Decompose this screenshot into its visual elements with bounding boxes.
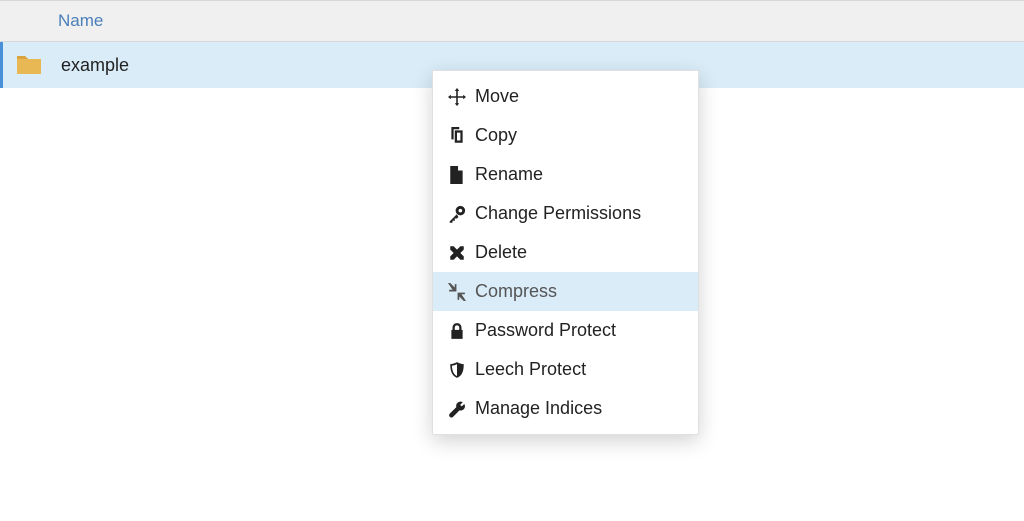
move-icon (447, 87, 467, 107)
column-header-name[interactable]: Name (58, 11, 103, 31)
key-icon (447, 204, 467, 224)
column-header-row: Name (0, 0, 1024, 42)
delete-icon (447, 243, 467, 263)
menu-item-change-permissions[interactable]: Change Permissions (433, 194, 698, 233)
menu-item-label: Password Protect (475, 320, 616, 341)
menu-item-delete[interactable]: Delete (433, 233, 698, 272)
file-name: example (61, 55, 129, 76)
menu-item-rename[interactable]: Rename (433, 155, 698, 194)
menu-item-label: Leech Protect (475, 359, 586, 380)
rename-icon (447, 165, 467, 185)
menu-item-label: Manage Indices (475, 398, 602, 419)
compress-icon (447, 282, 467, 302)
menu-item-move[interactable]: Move (433, 77, 698, 116)
menu-item-leech-protect[interactable]: Leech Protect (433, 350, 698, 389)
context-menu: Move Copy Rename Change Permissions Dele… (432, 70, 699, 435)
menu-item-compress[interactable]: Compress (433, 272, 698, 311)
menu-item-label: Compress (475, 281, 557, 302)
lock-icon (447, 321, 467, 341)
menu-item-label: Change Permissions (475, 203, 641, 224)
menu-item-copy[interactable]: Copy (433, 116, 698, 155)
menu-item-label: Delete (475, 242, 527, 263)
shield-icon (447, 360, 467, 380)
wrench-icon (447, 399, 467, 419)
menu-item-manage-indices[interactable]: Manage Indices (433, 389, 698, 428)
folder-icon (15, 54, 43, 76)
copy-icon (447, 126, 467, 146)
menu-item-label: Copy (475, 125, 517, 146)
menu-item-label: Rename (475, 164, 543, 185)
menu-item-label: Move (475, 86, 519, 107)
menu-item-password-protect[interactable]: Password Protect (433, 311, 698, 350)
